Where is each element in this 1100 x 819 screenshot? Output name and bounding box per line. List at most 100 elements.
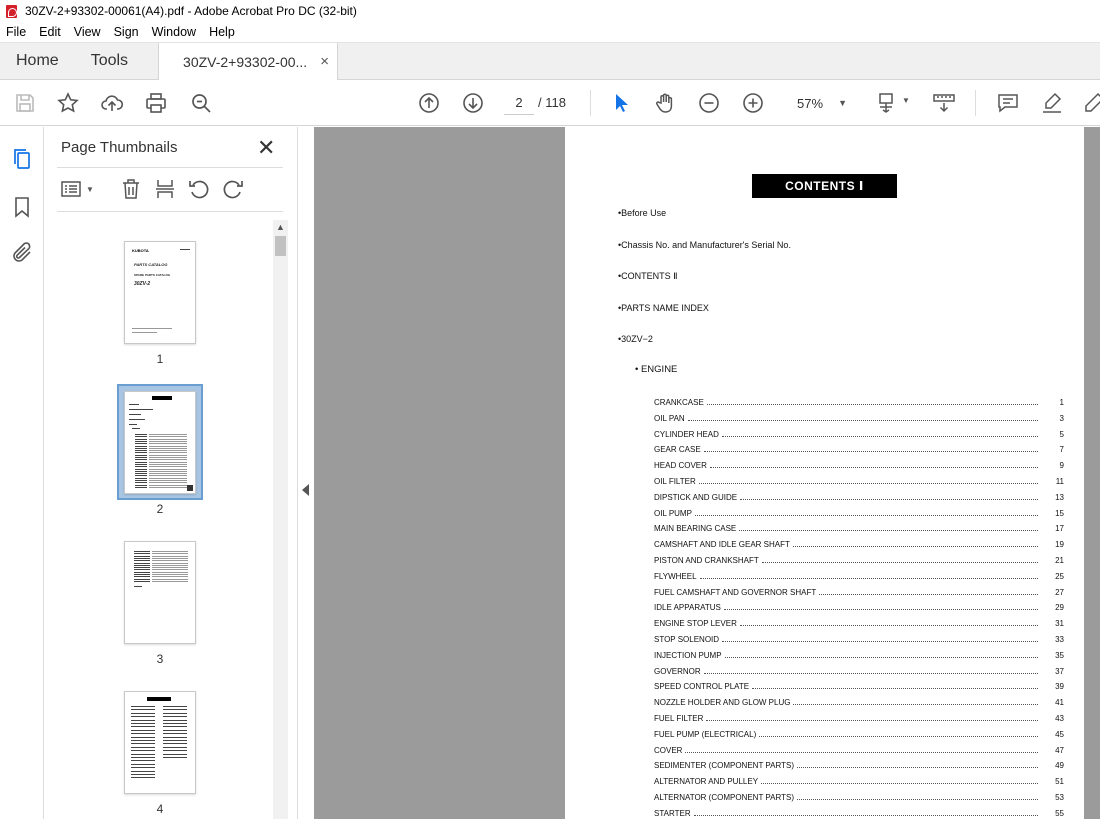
thumbnail-scrollbar[interactable]: ▲ <box>273 220 288 819</box>
close-tab-icon[interactable]: × <box>320 53 329 70</box>
toc-page-number: 19 <box>1055 540 1064 550</box>
tab-document[interactable]: 30ZV-2+93302-00... × <box>158 43 339 80</box>
toc-row[interactable]: IDLE APPARATUS 29 <box>654 600 1064 612</box>
toc-row[interactable]: SEDIMENTER (COMPONENT PARTS) 49 <box>654 758 1064 770</box>
tab-tools[interactable]: Tools <box>75 43 144 79</box>
toc-row[interactable]: DIPSTICK AND GUIDE 13 <box>654 490 1064 502</box>
toc-row[interactable]: NOZZLE HOLDER AND GLOW PLUG 41 <box>654 695 1064 707</box>
toc-row[interactable]: MAIN BEARING CASE 17 <box>654 521 1064 533</box>
pdf-page: CONTENTS Ⅰ •Before Use •Chassis No. and … <box>565 127 1084 819</box>
select-pointer-icon[interactable] <box>609 91 633 115</box>
toc-row[interactable]: OIL PUMP 15 <box>654 506 1064 518</box>
toc-top-entry[interactable]: •Before Use <box>618 208 666 218</box>
toc-row[interactable]: HEAD COVER 9 <box>654 458 1064 470</box>
page-thumbnail-3[interactable] <box>124 541 196 644</box>
highlight-icon[interactable] <box>1040 91 1064 115</box>
search-zoom-icon[interactable] <box>189 91 213 115</box>
zoom-out-icon[interactable] <box>697 91 721 115</box>
toc-entry-name: MAIN BEARING CASE <box>654 524 737 534</box>
save-icon[interactable] <box>13 91 37 115</box>
toc-row[interactable]: FUEL FILTER 43 <box>654 711 1064 723</box>
toc-page-number: 21 <box>1055 556 1064 565</box>
collapse-arrow-icon[interactable] <box>302 484 309 496</box>
menu-edit[interactable]: Edit <box>39 25 61 39</box>
options-chevron-icon[interactable]: ▼ <box>86 185 94 194</box>
print-icon[interactable] <box>144 91 168 115</box>
zoom-in-icon[interactable] <box>741 91 765 115</box>
menu-window[interactable]: Window <box>152 25 196 39</box>
toc-entry-name: PISTON AND CRANKSHAFT <box>654 556 759 565</box>
toc-leader-dots <box>752 688 1038 690</box>
toc-row[interactable]: ALTERNATOR AND PULLEY 51 <box>654 774 1064 786</box>
comment-icon[interactable] <box>996 91 1020 115</box>
toc-row[interactable]: OIL PAN 3 <box>654 411 1064 423</box>
thumbnail-text-line <box>149 452 187 454</box>
thumbnail-text-line <box>131 740 155 741</box>
delete-page-icon[interactable] <box>119 177 143 201</box>
toc-row[interactable]: COVER 47 <box>654 743 1064 755</box>
toc-top-entry[interactable]: •CONTENTS Ⅱ <box>618 271 678 282</box>
thumbnail-page-number-selected: 2 <box>156 502 164 516</box>
hand-icon[interactable] <box>653 91 677 115</box>
close-panel-icon[interactable]: ✕ <box>257 135 275 161</box>
document-view[interactable]: CONTENTS Ⅰ •Before Use •Chassis No. and … <box>314 127 1100 819</box>
toc-top-entry[interactable]: •Chassis No. and Manufacturer's Serial N… <box>618 240 791 250</box>
rotate-right-icon[interactable] <box>221 177 245 201</box>
zoom-dropdown[interactable]: 57% ▼ <box>785 91 855 115</box>
thumbnail-text-line <box>135 443 147 445</box>
rotate-left-icon[interactable] <box>187 177 211 201</box>
page-thumbnail-2[interactable] <box>124 391 196 494</box>
toc-row[interactable]: SPEED CONTROL PLATE 39 <box>654 679 1064 691</box>
star-icon[interactable] <box>56 91 80 115</box>
fit-page-icon[interactable] <box>876 91 900 115</box>
bookmark-icon[interactable] <box>10 195 34 219</box>
toc-row[interactable]: CRANKCASE 1 <box>654 395 1064 407</box>
toc-row[interactable]: ENGINE STOP LEVER 31 <box>654 616 1064 628</box>
page-thumbnail-4[interactable] <box>124 691 196 794</box>
toc-top-entry[interactable]: •30ZV−2 <box>618 334 653 344</box>
page-thumbnail-1[interactable]: KUBOTA PARTS CATALOG SPARE PARTS CATALOG… <box>124 241 196 344</box>
attachment-icon[interactable] <box>10 241 34 265</box>
toc-page-number: 7 <box>1059 445 1064 455</box>
toc-entry-name: CYLINDER HEAD <box>654 429 719 439</box>
toc-page-number: 3 <box>1059 413 1064 423</box>
page-up-icon[interactable] <box>417 91 441 115</box>
options-menu-icon[interactable] <box>59 177 83 201</box>
menu-file[interactable]: File <box>6 25 26 39</box>
toc-row[interactable]: CYLINDER HEAD 5 <box>654 427 1064 439</box>
toc-row[interactable]: FUEL CAMSHAFT AND GOVERNOR SHAFT 27 <box>654 585 1064 597</box>
draw-icon[interactable] <box>1082 91 1100 115</box>
toc-row[interactable]: ALTERNATOR (COMPONENT PARTS) 53 <box>654 790 1064 802</box>
toc-entry-name: CAMSHAFT AND IDLE GEAR SHAFT <box>654 540 790 550</box>
thumbnail-text-line <box>152 555 188 557</box>
toc-top-entry[interactable]: •PARTS NAME INDEX <box>618 303 709 313</box>
thumbnail-text-line <box>149 461 187 463</box>
toc-row[interactable]: FLYWHEEL 25 <box>654 569 1064 581</box>
toc-row[interactable]: OIL FILTER 11 <box>654 474 1064 486</box>
toc-row[interactable]: PISTON AND CRANKSHAFT 21 <box>654 553 1064 565</box>
toc-page-number: 51 <box>1055 777 1064 787</box>
upload-icon[interactable] <box>100 91 124 115</box>
tab-home[interactable]: Home <box>0 43 75 79</box>
toc-row[interactable]: STARTER 55 <box>654 806 1064 818</box>
fit-page-chevron-icon[interactable]: ▼ <box>902 96 910 105</box>
thumbnail-text-line <box>149 486 187 488</box>
toc-row[interactable]: GOVERNOR 37 <box>654 664 1064 676</box>
toc-row[interactable]: INJECTION PUMP 35 <box>654 648 1064 660</box>
menu-sign[interactable]: Sign <box>114 25 139 39</box>
page-number-input[interactable] <box>504 91 534 115</box>
page-down-icon[interactable] <box>461 91 485 115</box>
scroll-up-icon[interactable]: ▲ <box>276 222 285 232</box>
toc-row[interactable]: STOP SOLENOID 33 <box>654 632 1064 644</box>
toc-row[interactable]: CAMSHAFT AND IDLE GEAR SHAFT 19 <box>654 537 1064 549</box>
menu-help[interactable]: Help <box>209 25 235 39</box>
extract-page-icon[interactable] <box>153 177 177 201</box>
toc-row[interactable]: GEAR CASE 7 <box>654 442 1064 454</box>
page-thumbnails-icon[interactable] <box>10 147 34 171</box>
panel-collapse-handle[interactable] <box>297 127 314 819</box>
toc-row[interactable]: FUEL PUMP (ELECTRICAL) 45 <box>654 727 1064 739</box>
toolbar-divider-2 <box>975 90 976 116</box>
scrollbar-thumb[interactable] <box>275 236 286 256</box>
scroll-mode-icon[interactable] <box>932 91 956 115</box>
menu-view[interactable]: View <box>74 25 101 39</box>
